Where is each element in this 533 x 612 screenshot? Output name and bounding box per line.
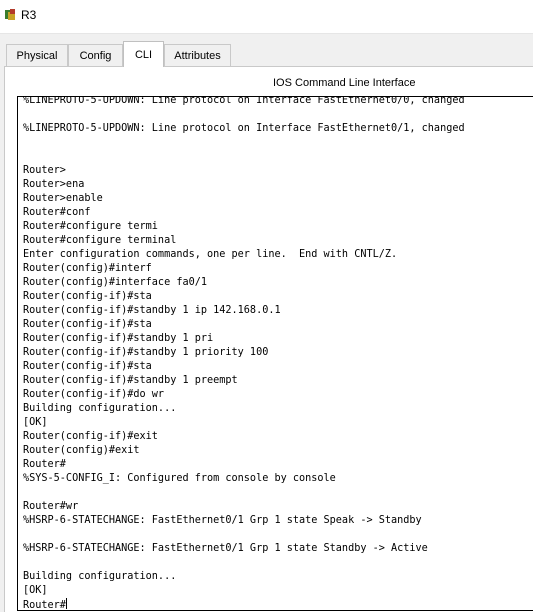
terminal-line: %HSRP-6-STATECHANGE: FastEthernet0/1 Grp… — [23, 543, 428, 554]
terminal-line: Router(config)#exit — [23, 445, 140, 456]
terminal-line: Router>ena — [23, 179, 85, 190]
terminal-line: [OK] — [23, 417, 48, 428]
tab-attributes[interactable]: Attributes — [164, 44, 231, 66]
terminal-line: Router# — [23, 598, 67, 611]
terminal-line: Router#configure terminal — [23, 235, 177, 246]
terminal-line: Building configuration... — [23, 403, 177, 414]
tab-physical[interactable]: Physical — [6, 44, 68, 66]
router-app-icon — [5, 9, 15, 20]
terminal-line: Router(config-if)#standby 1 pri — [23, 333, 214, 344]
terminal-line: Router#conf — [23, 207, 91, 218]
terminal-line: Router(config-if)#sta — [23, 319, 152, 330]
tab-cli[interactable]: CLI — [123, 41, 164, 67]
terminal-line: Router# — [23, 459, 66, 470]
terminal-line: [OK] — [23, 585, 48, 596]
terminal-line: Router#configure termi — [23, 221, 158, 232]
terminal-line: %HSRP-6-STATECHANGE: FastEthernet0/1 Grp… — [23, 515, 422, 526]
tab-config[interactable]: Config — [68, 44, 123, 66]
text-cursor — [65, 598, 67, 609]
terminal-line: Router(config-if)#standby 1 ip 142.168.0… — [23, 305, 281, 316]
window-title: R3 — [21, 8, 37, 22]
terminal-line: Router(config-if)#exit — [23, 431, 158, 442]
terminal-line: Router> — [23, 165, 66, 176]
terminal-line: Router(config)#interf — [23, 263, 152, 274]
terminal-line: %SYS-5-CONFIG_I: Configured from console… — [23, 473, 336, 484]
terminal-line: %LINEPROTO-5-UPDOWN: Line protocol on In… — [23, 96, 465, 106]
terminal-line: Router(config-if)#standby 1 preempt — [23, 375, 238, 386]
terminal-line: Router(config-if)#sta — [23, 291, 152, 302]
terminal-line: Enter configuration commands, one per li… — [23, 249, 398, 260]
terminal-line: Router(config-if)#standby 1 priority 100 — [23, 347, 269, 358]
terminal-line: %LINEPROTO-5-UPDOWN: Line protocol on In… — [23, 123, 465, 134]
terminal-line: Building configuration... — [23, 571, 177, 582]
cli-terminal[interactable]: %LINEPROTO-5-UPDOWN: Line protocol on In… — [17, 96, 533, 611]
terminal-line: Router#wr — [23, 501, 79, 512]
terminal-line: Router(config)#interface fa0/1 — [23, 277, 208, 288]
window-titlebar: R3 — [0, 0, 533, 34]
terminal-output: %LINEPROTO-5-UPDOWN: Line protocol on In… — [23, 96, 465, 611]
panel-heading: IOS Command Line Interface — [273, 77, 416, 89]
tab-bar: Physical Config CLI Attributes — [0, 33, 533, 67]
terminal-line: Router(config-if)#sta — [23, 361, 152, 372]
terminal-line: Router>enable — [23, 193, 103, 204]
terminal-line: Router(config-if)#do wr — [23, 389, 165, 400]
